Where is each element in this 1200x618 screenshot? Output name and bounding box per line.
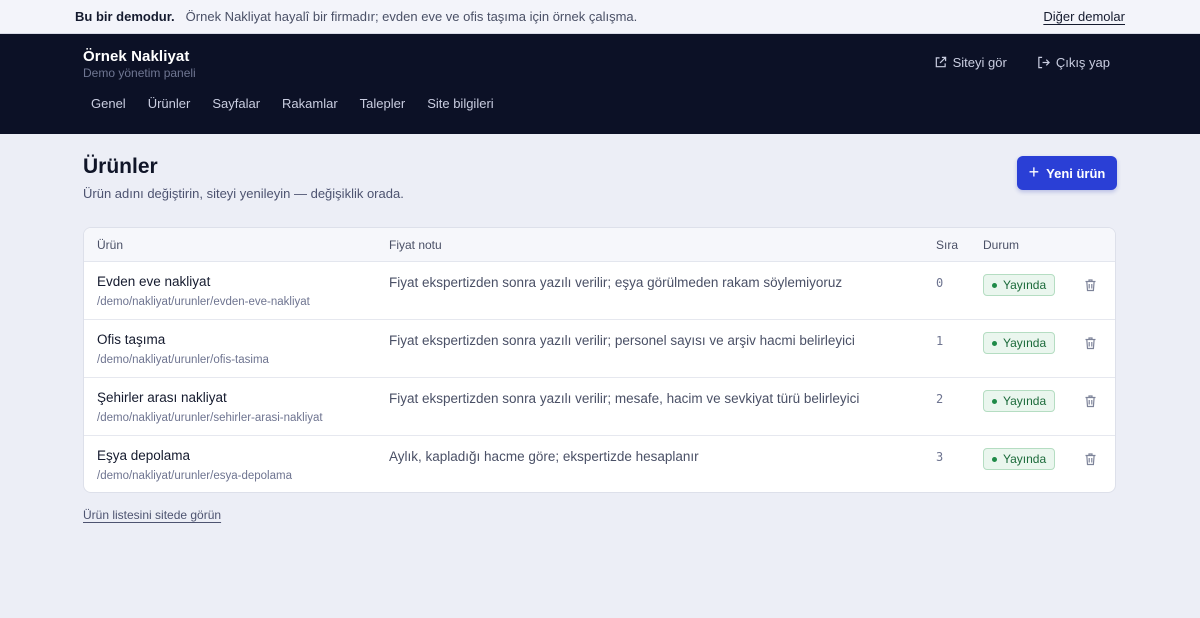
new-product-button[interactable]: + Yeni ürün <box>1017 156 1117 190</box>
new-product-label: Yeni ürün <box>1046 165 1106 181</box>
order-value[interactable]: 1 <box>936 334 943 348</box>
status-badge[interactable]: Yayında <box>983 448 1056 470</box>
product-name[interactable]: Şehirler arası nakliyat <box>97 390 227 405</box>
product-slug: /demo/nakliyat/urunler/esya-depolama <box>97 470 292 482</box>
status-label: Yayında <box>1003 452 1047 466</box>
tab-sayfalar[interactable]: Sayfalar <box>201 94 271 113</box>
trash-icon[interactable] <box>1084 278 1097 292</box>
price-note[interactable]: Aylık, kapladığı hacme göre; ekspertizde… <box>389 449 699 464</box>
admin-header: Örnek Nakliyat Demo yönetim paneli Sitey… <box>0 34 1200 134</box>
status-dot-icon <box>992 398 997 404</box>
column-header-price-note: Fiyat notu <box>389 238 442 252</box>
product-slug: /demo/nakliyat/urunler/ofis-tasima <box>97 354 269 366</box>
price-note[interactable]: Fiyat ekspertizden sonra yazılı verilir;… <box>389 275 842 290</box>
brand-subtitle: Demo yönetim paneli <box>83 66 196 80</box>
status-dot-icon <box>992 282 997 288</box>
status-badge[interactable]: Yayında <box>983 274 1056 296</box>
product-slug: /demo/nakliyat/urunler/evden-eve-nakliya… <box>97 296 310 308</box>
tab-rakamlar[interactable]: Rakamlar <box>271 94 349 113</box>
plus-icon: + <box>1028 162 1040 182</box>
column-header-product: Ürün <box>97 238 124 252</box>
view-product-list-link[interactable]: Ürün listesini sitede görün <box>83 508 221 522</box>
tab-genel[interactable]: Genel <box>80 94 137 113</box>
trash-icon[interactable] <box>1084 336 1097 350</box>
products-table: Ürün Fiyat notu Sıra Durum Evden eve nak… <box>83 227 1116 493</box>
status-badge[interactable]: Yayında <box>983 390 1056 412</box>
table-row[interactable]: Evden eve nakliyat /demo/nakliyat/urunle… <box>84 262 1115 320</box>
table-row[interactable]: Eşya depolama /demo/nakliyat/urunler/esy… <box>84 436 1115 492</box>
external-link-icon <box>935 56 946 68</box>
logout-link[interactable]: Çıkış yap <box>1037 55 1110 70</box>
demo-banner-text: Örnek Nakliyat hayalî bir firmadır; evde… <box>185 9 638 24</box>
header-actions: Siteyi gör Çıkış yap <box>934 55 1110 70</box>
page-subtitle: Ürün adını değiştirin, siteyi yenileyin … <box>83 186 404 201</box>
status-dot-icon <box>992 456 997 462</box>
price-note[interactable]: Fiyat ekspertizden sonra yazılı verilir;… <box>389 391 859 406</box>
product-name[interactable]: Evden eve nakliyat <box>97 274 210 289</box>
status-dot-icon <box>992 340 997 346</box>
main-nav: Genel Ürünler Sayfalar Rakamlar Talepler… <box>80 94 505 113</box>
logout-label: Çıkış yap <box>1055 55 1110 70</box>
view-site-label: Siteyi gör <box>952 55 1007 70</box>
table-header: Ürün Fiyat notu Sıra Durum <box>84 228 1115 262</box>
page-title: Ürünler <box>83 155 158 178</box>
table-row[interactable]: Şehirler arası nakliyat /demo/nakliyat/u… <box>84 378 1115 436</box>
status-label: Yayında <box>1003 336 1047 350</box>
status-label: Yayında <box>1003 278 1047 292</box>
status-label: Yayında <box>1003 394 1047 408</box>
tab-urunler[interactable]: Ürünler <box>137 94 202 113</box>
demo-banner: Bu bir demodur. Örnek Nakliyat hayalî bi… <box>0 0 1200 34</box>
product-slug: /demo/nakliyat/urunler/sehirler-arasi-na… <box>97 412 323 424</box>
price-note[interactable]: Fiyat ekspertizden sonra yazılı verilir;… <box>389 333 855 348</box>
table-row[interactable]: Ofis taşıma /demo/nakliyat/urunler/ofis-… <box>84 320 1115 378</box>
demo-banner-title: Bu bir demodur. <box>75 9 175 24</box>
status-badge[interactable]: Yayında <box>983 332 1056 354</box>
column-header-order: Sıra <box>936 238 959 252</box>
logout-icon <box>1038 56 1050 69</box>
tab-site-bilgileri[interactable]: Site bilgileri <box>416 94 504 113</box>
product-name[interactable]: Ofis taşıma <box>97 332 165 347</box>
view-site-link[interactable]: Siteyi gör <box>934 55 1007 70</box>
brand-title: Örnek Nakliyat <box>83 48 190 65</box>
column-header-status: Durum <box>983 238 1020 252</box>
order-value[interactable]: 2 <box>936 392 943 406</box>
trash-icon[interactable] <box>1084 394 1097 408</box>
other-demos-link[interactable]: Diğer demolar <box>1043 9 1125 24</box>
product-name[interactable]: Eşya depolama <box>97 448 190 463</box>
trash-icon[interactable] <box>1084 452 1097 466</box>
order-value[interactable]: 0 <box>936 276 943 290</box>
tab-talepler[interactable]: Talepler <box>349 94 417 113</box>
order-value[interactable]: 3 <box>936 450 943 464</box>
